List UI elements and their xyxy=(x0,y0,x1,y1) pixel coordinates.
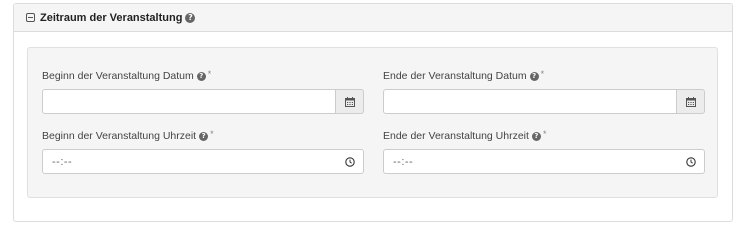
calendar-icon xyxy=(685,96,696,107)
start-time-label-row: Beginn der Veranstaltung Uhrzeit ? * xyxy=(42,129,364,143)
end-date-input-group xyxy=(383,89,705,114)
end-date-field: Ende der Veranstaltung Datum ? * xyxy=(383,69,705,114)
end-date-label: Ende der Veranstaltung Datum xyxy=(383,70,527,82)
end-time-value: --:-- xyxy=(393,155,414,168)
end-time-input[interactable]: --:-- xyxy=(383,149,705,174)
start-date-label: Beginn der Veranstaltung Datum xyxy=(42,70,194,82)
calendar-icon xyxy=(344,96,355,107)
help-icon[interactable]: ? xyxy=(531,131,541,141)
event-period-panel: Zeitraum der Veranstaltung ? Beginn der … xyxy=(13,3,733,222)
start-time-label: Beginn der Veranstaltung Uhrzeit xyxy=(42,130,197,142)
help-icon[interactable]: ? xyxy=(185,12,196,23)
required-marker: * xyxy=(207,69,212,79)
end-date-input[interactable] xyxy=(383,89,677,114)
collapse-icon[interactable] xyxy=(26,13,35,22)
start-time-value: --:-- xyxy=(52,155,73,168)
start-date-label-row: Beginn der Veranstaltung Datum ? * xyxy=(42,69,364,83)
fields-well: Beginn der Veranstaltung Datum ? * Ende … xyxy=(27,47,718,198)
help-icon[interactable]: ? xyxy=(196,71,206,81)
end-time-field: Ende der Veranstaltung Uhrzeit ? * --:-- xyxy=(383,129,705,174)
start-date-input-group xyxy=(42,89,364,114)
calendar-button[interactable] xyxy=(677,89,705,114)
start-date-input[interactable] xyxy=(42,89,336,114)
end-time-label: Ende der Veranstaltung Uhrzeit xyxy=(383,130,529,142)
required-marker: * xyxy=(542,129,547,139)
help-icon[interactable]: ? xyxy=(529,71,539,81)
help-icon[interactable]: ? xyxy=(199,131,209,141)
required-marker: * xyxy=(540,69,545,79)
calendar-button[interactable] xyxy=(336,89,364,114)
end-date-label-row: Ende der Veranstaltung Datum ? * xyxy=(383,69,705,83)
start-time-input[interactable]: --:-- xyxy=(42,149,364,174)
start-time-field: Beginn der Veranstaltung Uhrzeit ? * --:… xyxy=(42,129,364,174)
clock-icon[interactable] xyxy=(345,156,355,167)
panel-title: Zeitraum der Veranstaltung xyxy=(40,11,183,24)
start-date-field: Beginn der Veranstaltung Datum ? * xyxy=(42,69,364,114)
required-marker: * xyxy=(210,129,214,139)
panel-heading[interactable]: Zeitraum der Veranstaltung ? xyxy=(14,4,732,32)
end-time-label-row: Ende der Veranstaltung Uhrzeit ? * xyxy=(383,129,705,143)
clock-icon[interactable] xyxy=(686,156,696,167)
